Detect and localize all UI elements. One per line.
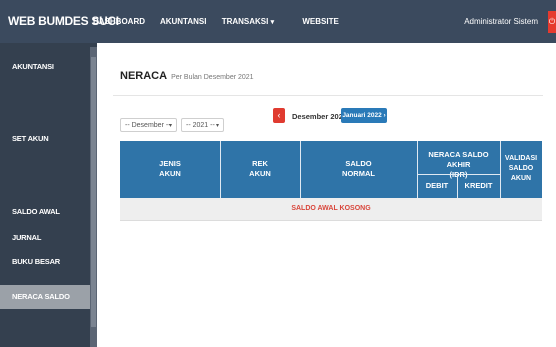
current-month-label: Desember 2021 [292,112,348,121]
th-jenis-akun: JENIS AKUN [159,159,181,178]
page-title-text: NERACA [120,70,168,82]
th-debit: DEBIT [425,181,449,190]
chevron-down-icon: ▾ [215,123,219,129]
page-title: NERACA Per Bulan Desember 2021 [120,70,254,82]
month-select-value: -- Desember -- [125,122,171,129]
empty-state-message: SALDO AWAL KOSONG [291,205,371,212]
table-header: JENIS AKUN REK AKUN SALDO NORMAL NERACA … [120,141,542,198]
sidebar-item-buku-besar[interactable]: BUKU BESAR [0,257,90,266]
sidebar-scrollbar[interactable] [90,47,97,347]
nav-website[interactable]: WEBSITE [302,17,338,26]
chevron-down-icon: ▾ [270,19,275,26]
page-subtitle: Per Bulan Desember 2021 [171,74,254,81]
table-row: SALDO AWAL KOSONG [120,198,542,221]
nav-transaksi-label: TRANSAKSI [221,17,269,26]
chevron-left-icon: ‹ [277,110,281,120]
top-navbar: WEB BUMDES SUCI DASHBOARD AKUNTANSI TRAN… [0,0,556,43]
th-kredit: KREDIT [464,181,493,190]
scrollbar-thumb[interactable] [91,57,96,327]
power-icon[interactable]: ⏻ [548,11,556,33]
divider [113,95,543,96]
nav-akuntansi[interactable]: AKUNTANSI [160,17,207,26]
year-select-value: -- 2021 -- [186,122,215,129]
neraca-table: JENIS AKUN REK AKUN SALDO NORMAL NERACA … [120,141,542,221]
sidebar-item-neraca-saldo[interactable]: NERACA SALDO [0,285,90,309]
main-nav: DASHBOARD AKUNTANSI TRANSAKSI ▾ WEBSITE [93,17,352,26]
sidebar-item-set-akun[interactable]: SET AKUN [0,134,90,143]
th-neraca-saldo-akhir: NERACA SALDO AKHIR (IDR) [428,150,489,179]
sidebar-item-jurnal[interactable]: JURNAL [0,233,90,242]
month-select[interactable]: -- Desember -- ▾ [120,118,177,132]
th-saldo-normal: SALDO NORMAL [342,159,375,178]
th-validasi-saldo-akun: VALIDASI SALDO AKUN [504,155,538,182]
sidebar-item-akuntansi[interactable]: AKUNTANSI [0,62,90,71]
prev-month-button[interactable]: ‹ [273,108,285,123]
th-rek-akun: REK AKUN [249,159,271,178]
chevron-down-icon: ▾ [168,123,172,129]
nav-transaksi[interactable]: TRANSAKSI ▾ [222,17,287,26]
user-menu[interactable]: Administrator Sistem [464,17,538,26]
nav-dashboard[interactable]: DASHBOARD [93,17,145,26]
row-divider [417,174,500,175]
next-month-button[interactable]: Januari 2022 › [341,108,387,123]
sidebar-item-saldo-awal[interactable]: SALDO AWAL [0,207,90,216]
year-select[interactable]: -- 2021 -- ▾ [181,118,224,132]
